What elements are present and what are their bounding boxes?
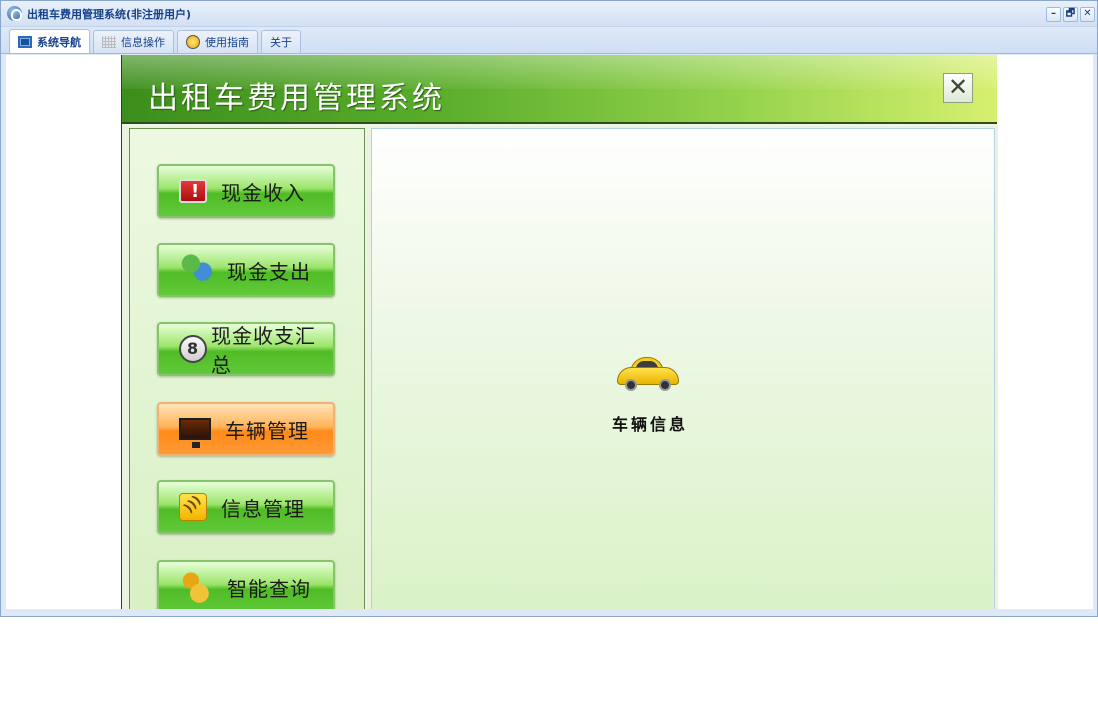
menu-label: 信息管理 — [221, 496, 305, 521]
menu-label: 现金支出 — [227, 259, 311, 284]
alert-icon — [179, 179, 207, 203]
menu-info-management-button[interactable]: 信息管理 — [157, 480, 335, 534]
tab-label: 系统导航 — [37, 35, 81, 49]
menu-cash-income-button[interactable]: 现金收入 — [157, 164, 335, 218]
menu-cash-expense-button[interactable]: 现金支出 — [157, 243, 335, 297]
workspace: 车辆信息 — [371, 128, 995, 609]
window-controls: – 🗗 ✕ — [1046, 7, 1095, 22]
panel-body: 现金收入 现金支出 现金收支汇总 车辆管理 — [122, 126, 998, 609]
tab-label: 关于 — [270, 36, 292, 49]
sidebar-menu: 现金收入 现金支出 现金收支汇总 车辆管理 — [129, 128, 365, 609]
car-wheel — [625, 379, 637, 391]
monitor-screen-icon — [179, 418, 211, 448]
car-wheel — [659, 379, 671, 391]
rss-icon — [179, 493, 207, 521]
menu-label: 现金收支汇总 — [211, 324, 316, 377]
taxi-car-icon[interactable] — [617, 357, 679, 393]
content-area: 出租车费用管理系统 ✕ 现金收入 现金支出 现金收支汇总 — [6, 55, 1093, 609]
app-window: 出租车费用管理系统(非注册用户) – 🗗 ✕ 系统导航 信息操作 使用指南 关于… — [0, 0, 1098, 617]
app-logo-icon — [7, 6, 22, 21]
people-icon — [179, 254, 213, 286]
main-panel: 出租车费用管理系统 ✕ 现金收入 现金支出 现金收支汇总 — [121, 55, 998, 609]
coins-icon — [179, 571, 213, 603]
menu-label: 智能查询 — [227, 576, 311, 601]
menu-vehicle-management-button[interactable]: 车辆管理 — [157, 402, 335, 456]
close-window-button[interactable]: ✕ — [1080, 7, 1095, 22]
menu-label: 现金收入 — [221, 180, 305, 205]
monitor-icon — [18, 35, 32, 48]
tab-label: 使用指南 — [205, 36, 249, 49]
title-bar: 出租车费用管理系统(非注册用户) – 🗗 ✕ — [1, 1, 1097, 27]
menu-cash-summary-button[interactable]: 现金收支汇总 — [157, 322, 335, 377]
tab-label: 信息操作 — [121, 36, 165, 49]
tab-bar: 系统导航 信息操作 使用指南 关于 — [1, 27, 1097, 54]
tab-system-navigation[interactable]: 系统导航 — [9, 29, 90, 53]
menu-smart-query-button[interactable]: 智能查询 — [157, 560, 335, 609]
window-title: 出租车费用管理系统(非注册用户) — [27, 7, 192, 21]
lamp-icon — [186, 35, 200, 49]
tab-about[interactable]: 关于 — [261, 30, 301, 53]
menu-label: 车辆管理 — [225, 418, 309, 443]
grid-icon — [102, 36, 116, 48]
tab-info-operation[interactable]: 信息操作 — [93, 30, 174, 53]
contact-icon — [179, 335, 207, 363]
vehicle-info-label[interactable]: 车辆信息 — [612, 411, 688, 435]
banner-title: 出租车费用管理系统 — [148, 81, 445, 116]
tab-user-guide[interactable]: 使用指南 — [177, 30, 258, 53]
restore-button[interactable]: 🗗 — [1063, 7, 1078, 22]
header-banner: 出租车费用管理系统 ✕ — [122, 55, 997, 124]
close-panel-button[interactable]: ✕ — [943, 73, 973, 103]
minimize-button[interactable]: – — [1046, 7, 1061, 22]
